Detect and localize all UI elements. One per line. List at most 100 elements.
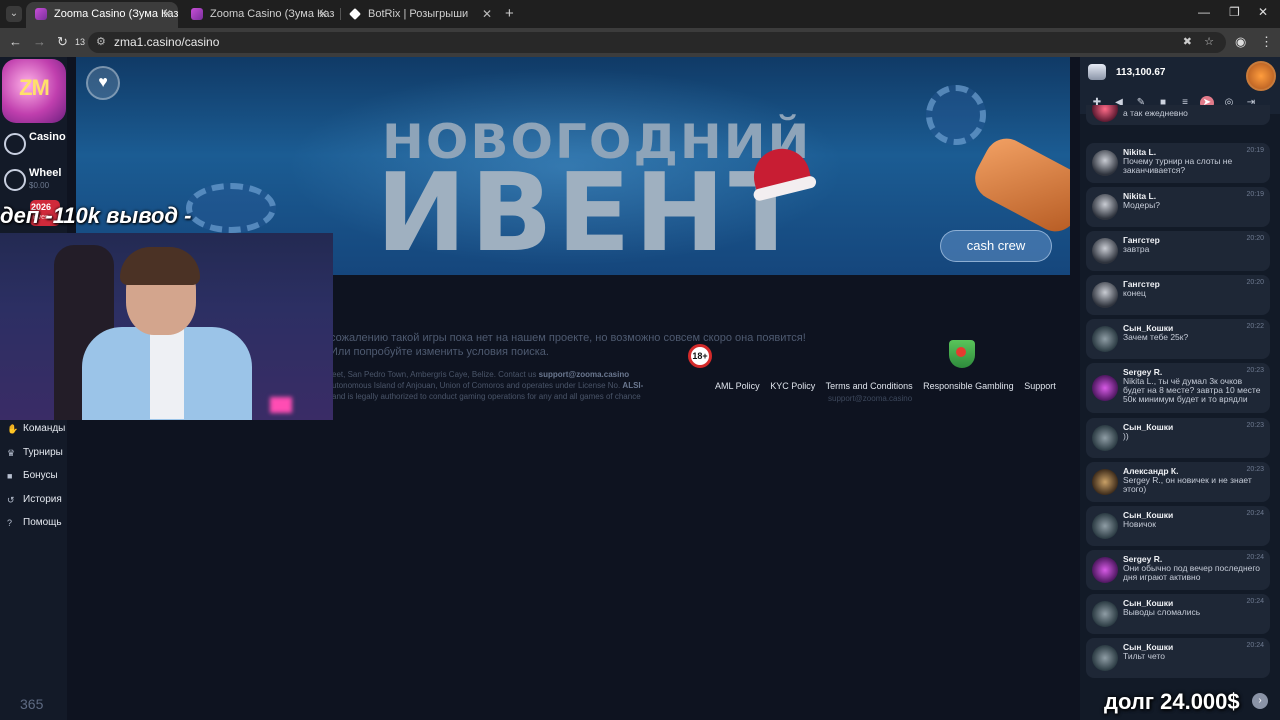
empty-state-line1: сожалению такой игры пока нет на нашем п… [330, 332, 806, 344]
chat-message: Сын_Кошки 20:24 Тильт чето [1086, 638, 1270, 678]
chat-avatar[interactable] [1092, 375, 1118, 401]
close-window-icon[interactable]: ✕ [1258, 5, 1268, 19]
casino-page: ZM Casino Wheel $0.00 2026 Even ✋ Команд… [0, 57, 1280, 720]
reload-counter: 13 [75, 37, 86, 47]
history-icon: ↺ [7, 494, 15, 505]
chat-text: )) [1123, 431, 1129, 441]
sidebar-casino-button[interactable]: Casino [0, 127, 67, 161]
chat-timestamp: 20:23 [1246, 367, 1264, 374]
responsible-gambling-link[interactable]: Responsible Gambling [923, 381, 1014, 391]
legal-line2: utonomous Island of Anjouan, Union of Co… [332, 381, 621, 390]
coins-icon [1088, 64, 1106, 80]
menu-label: Команды [23, 423, 66, 434]
sidebar-item-teams[interactable]: ✋ Команды [0, 419, 67, 443]
license-seal-icon[interactable] [949, 340, 975, 368]
chat-avatar[interactable] [1092, 425, 1118, 451]
pink-light [270, 397, 292, 413]
legal-text: eet, San Pedro Town, Ambergris Caye, Bel… [332, 369, 643, 402]
chat-text: Sergey R., он новичек и не знает этого) [1123, 475, 1252, 494]
bookmark-star-icon[interactable]: ☆ [1204, 35, 1214, 48]
sidebar-item-tournaments[interactable]: ♛ Турниры [0, 443, 67, 467]
chat-avatar[interactable] [1092, 601, 1118, 627]
close-tab-icon[interactable]: ✕ [482, 2, 492, 26]
chat-message: Sergey R. 20:23 Nikita L., ты чё думал 3к … [1086, 363, 1270, 413]
chat-avatar[interactable] [1092, 150, 1118, 176]
minimize-icon[interactable]: — [1198, 5, 1210, 19]
chat-avatar[interactable] [1092, 326, 1118, 352]
tab-botrix[interactable]: BotRix | Розыгрыши ✕ [340, 2, 498, 28]
profile-icon[interactable]: ◉ [1235, 34, 1246, 50]
chat-timestamp: 20:24 [1246, 598, 1264, 605]
chat-message: Nikita L. 20:19 Почему турнир на слоты не … [1086, 143, 1270, 183]
chip-icon [4, 133, 26, 155]
support-link[interactable]: Support [1024, 381, 1056, 391]
legal-email[interactable]: support@zooma.casino [539, 370, 629, 379]
sidebar-item-history[interactable]: ↺ История [0, 490, 67, 514]
support-email[interactable]: support@zooma.casino [828, 394, 912, 403]
menu-label: История [23, 493, 62, 505]
chat-text: Зачем тебе 25к? [1123, 332, 1189, 342]
chat-username[interactable]: Сын_Кошки [1123, 422, 1173, 432]
chat-text: Выводы сломались [1123, 607, 1201, 617]
chat-avatar[interactable] [1092, 513, 1118, 539]
chat-avatar[interactable] [1092, 557, 1118, 583]
chat-message: Гангстер 20:20 завтра [1086, 231, 1270, 271]
logo-text: ZM [19, 75, 50, 100]
sidebar-item-help[interactable]: ? Помощь [0, 513, 67, 537]
sidebar-item-bonuses[interactable]: ■ Бонусы [0, 466, 67, 490]
back-icon[interactable]: ← [9, 34, 22, 49]
chat-avatar[interactable] [1092, 194, 1118, 220]
chat-timestamp: 20:24 [1246, 642, 1264, 649]
tab-title: Zooma Casino (Зума Казино) o [54, 8, 178, 20]
new-tab-icon[interactable]: + [505, 5, 514, 22]
tab-search-icon[interactable]: ⌄ [6, 6, 22, 22]
phone-image [967, 130, 1070, 240]
chat-timestamp: 20:19 [1246, 191, 1264, 198]
close-tab-icon[interactable]: ✕ [162, 2, 172, 26]
chat-panel: 113,100.67 ✚ ◀ ✎ ■ ≡ ➤ ◎ ⇥ а так ежеднев… [1080, 57, 1280, 720]
wheel-icon [4, 169, 26, 191]
chat-avatar[interactable] [1092, 645, 1118, 671]
age-restriction-badge: 18+ [688, 344, 712, 368]
restore-icon[interactable]: ❐ [1229, 5, 1240, 19]
close-tab-icon[interactable]: ✕ [318, 2, 328, 26]
chat-avatar[interactable] [1092, 469, 1118, 495]
chat-avatar[interactable] [1092, 238, 1118, 264]
chat-message: Сын_Кошки 20:22 Зачем тебе 25к? [1086, 319, 1270, 359]
chat-timestamp: 20:19 [1246, 147, 1264, 154]
casino-label: Casino [29, 131, 66, 143]
balance[interactable]: 113,100.67 [1116, 67, 1166, 78]
browser-menu-icon[interactable]: ⋮ [1260, 34, 1273, 50]
casino-chip-image [186, 183, 276, 233]
kyc-policy-link[interactable]: KYC Policy [770, 381, 815, 391]
browser-tab-bar: ⌄ Zooma Casino (Зума Казино) o ✕ Zooma C… [0, 0, 1280, 28]
legal-line1: eet, San Pedro Town, Ambergris Caye, Bel… [332, 370, 537, 379]
sidebar-wheel-button[interactable]: Wheel $0.00 [0, 163, 67, 197]
chat-avatar[interactable] [1092, 105, 1118, 122]
forward-icon[interactable]: → [33, 34, 46, 49]
tab-zooma-2[interactable]: Zooma Casino (Зума Казино) o ✕ [182, 2, 334, 28]
tab-zooma-1[interactable]: Zooma Casino (Зума Казино) o ✕ [26, 2, 178, 28]
zooma-logo[interactable]: ZM [2, 59, 66, 123]
muted-icon[interactable]: ✖ [1183, 35, 1192, 48]
reload-icon[interactable]: ↻ [57, 34, 68, 50]
chat-text: Nikita L., ты чё думал 3к очков будет на… [1123, 376, 1261, 404]
chat-timestamp: 20:24 [1246, 554, 1264, 561]
aml-policy-link[interactable]: AML Policy [715, 381, 760, 391]
chat-timestamp: 20:20 [1246, 279, 1264, 286]
cash-crew-button[interactable]: cash crew [940, 230, 1052, 262]
browser-toolbar: ← → ↻ 13 ⚙ zma1.casino/casino ✖ ☆ ◉ ⋮ [0, 28, 1280, 57]
scroll-down-icon[interactable]: › [1252, 693, 1268, 709]
terms-link[interactable]: Terms and Conditions [826, 381, 913, 391]
address-bar[interactable]: ⚙ zma1.casino/casino ✖ ☆ [88, 32, 1226, 53]
chat-message: Гангстер 20:20 конец [1086, 275, 1270, 315]
sidebar-menu: ✋ Команды ♛ Турниры ■ Бонусы ↺ История ?… [0, 419, 67, 537]
url-text[interactable]: zma1.casino/casino [114, 35, 219, 49]
heart-icon[interactable]: ♥ [86, 66, 120, 100]
user-avatar[interactable] [1246, 61, 1276, 91]
casino-chip-image [926, 85, 986, 145]
chat-avatar[interactable] [1092, 282, 1118, 308]
site-info-icon[interactable]: ⚙ [96, 35, 106, 48]
menu-label: Помощь [23, 517, 62, 528]
stream-overlay-text: деп -110k вывод - [0, 203, 192, 228]
